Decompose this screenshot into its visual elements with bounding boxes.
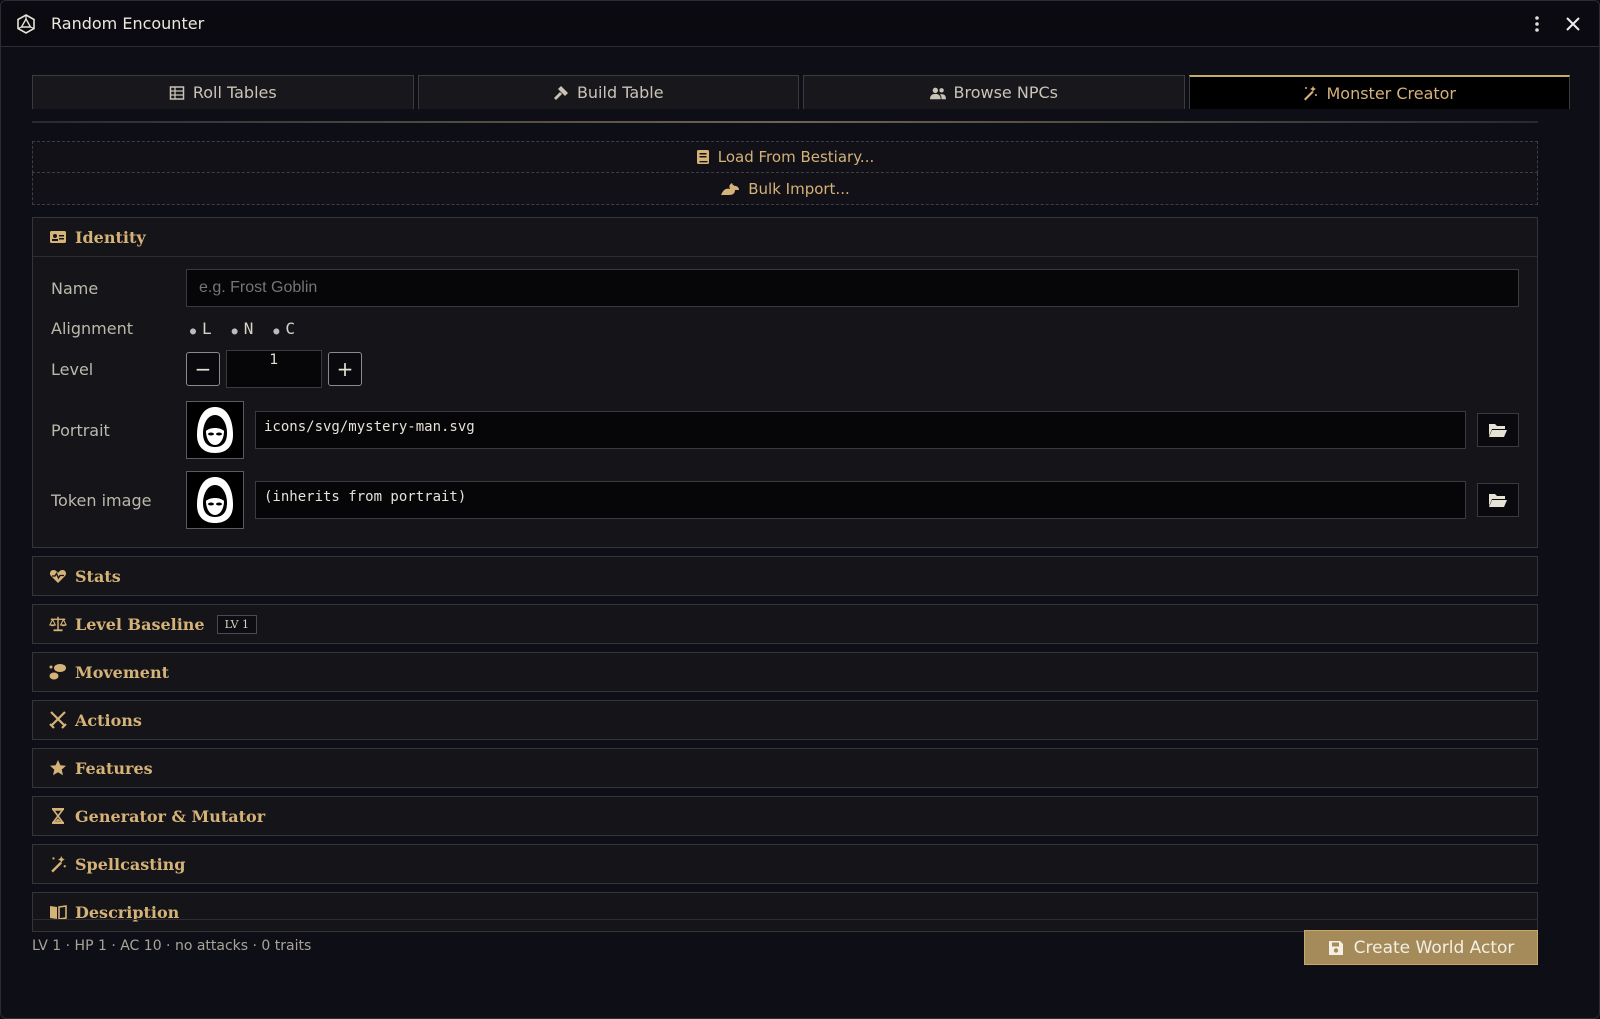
alignment-option-label: N xyxy=(243,318,254,338)
generator-mutator-section-header[interactable]: Generator & Mutator xyxy=(33,797,1537,835)
star-icon xyxy=(50,760,66,776)
alignment-option-c[interactable]: ● C xyxy=(273,319,295,338)
create-world-actor-button[interactable]: Create World Actor xyxy=(1304,930,1538,965)
load-from-bestiary-button[interactable]: Load From Bestiary... xyxy=(32,141,1538,173)
token-image-browse-button[interactable] xyxy=(1477,483,1519,517)
scale-icon xyxy=(49,616,67,632)
level-badge: LV 1 xyxy=(216,614,258,634)
stats-section-header[interactable]: Stats xyxy=(33,557,1537,595)
footer-divider xyxy=(32,919,1538,920)
spellcasting-section-title: Spellcasting xyxy=(75,854,186,874)
portrait-row: Portrait icons/svg/mystery-man.svg xyxy=(51,395,1519,465)
crossed-swords-icon xyxy=(49,711,67,729)
level-baseline-section-header[interactable]: Level Baseline LV 1 xyxy=(33,605,1537,643)
hammer-icon xyxy=(553,85,568,100)
description-section-header[interactable]: Description xyxy=(33,893,1537,931)
spellcasting-section-header[interactable]: Spellcasting xyxy=(33,845,1537,883)
level-label: Level xyxy=(51,359,94,379)
identity-section: Identity Name Alignment ●L ●N ●C xyxy=(32,217,1538,548)
name-row: Name xyxy=(51,269,1519,307)
more-options-icon[interactable] xyxy=(1525,12,1549,36)
d20-icon xyxy=(15,13,37,35)
magic-wand-icon xyxy=(1304,86,1318,101)
mystery-man-icon xyxy=(197,477,233,523)
create-world-actor-label: Create World Actor xyxy=(1353,937,1515,958)
generator-mutator-section[interactable]: Generator & Mutator xyxy=(32,796,1538,836)
actions-section-header[interactable]: Actions xyxy=(33,701,1537,739)
tab-label: Monster Creator xyxy=(1326,83,1457,103)
alignment-option-label: C xyxy=(285,318,296,338)
portrait-path-input[interactable]: icons/svg/mystery-man.svg xyxy=(255,411,1466,449)
tab-build-table[interactable]: Build Table xyxy=(417,75,799,109)
level-decrement-button[interactable]: − xyxy=(186,352,220,386)
movement-section-header[interactable]: Movement xyxy=(33,653,1537,691)
token-image-path-input[interactable]: (inherits from portrait) xyxy=(255,481,1466,519)
generator-mutator-section-title: Generator & Mutator xyxy=(75,806,266,826)
identity-section-title: Identity xyxy=(75,227,146,247)
magic-wand-icon xyxy=(51,856,66,873)
tab-roll-tables[interactable]: Roll Tables xyxy=(32,75,414,109)
alignment-options: ● L ● N ● C xyxy=(186,319,295,338)
movement-section[interactable]: Movement xyxy=(32,652,1538,692)
token-image-label: Token image xyxy=(51,490,152,510)
portrait-label: Portrait xyxy=(51,420,110,440)
level-increment-button[interactable]: + xyxy=(328,352,362,386)
identity-body: Name Alignment ●L ●N ●C Level − xyxy=(33,256,1537,547)
tab-monster-creator[interactable]: Monster Creator xyxy=(1188,75,1570,109)
users-icon xyxy=(929,87,946,99)
features-section-title: Features xyxy=(75,758,153,778)
book-icon xyxy=(696,150,709,164)
token-thumbnail[interactable] xyxy=(186,471,244,529)
alignment-label: Alignment xyxy=(51,318,133,338)
title-bar: Random Encounter xyxy=(1,1,1599,47)
level-stepper-value[interactable]: 1 xyxy=(226,350,322,388)
table-icon xyxy=(169,85,185,100)
folder-open-icon xyxy=(1489,424,1507,437)
features-section-header[interactable]: Features xyxy=(33,749,1537,787)
stats-section-title: Stats xyxy=(75,566,121,586)
bulk-import-label: Bulk Import... xyxy=(748,179,850,198)
alignment-option-n[interactable]: ● N xyxy=(232,319,254,338)
close-icon[interactable] xyxy=(1561,12,1585,36)
spellcasting-section[interactable]: Spellcasting xyxy=(32,844,1538,884)
window-title: Random Encounter xyxy=(51,14,205,33)
actions-section-title: Actions xyxy=(75,710,142,730)
stats-section[interactable]: Stats xyxy=(32,556,1538,596)
tab-label: Browse NPCs xyxy=(953,83,1058,102)
actions-section[interactable]: Actions xyxy=(32,700,1538,740)
level-row: Level − 1 + xyxy=(51,349,1519,389)
name-input[interactable] xyxy=(186,269,1519,307)
alignment-option-l[interactable]: ● L xyxy=(190,319,212,338)
bulk-import-button[interactable]: Bulk Import... xyxy=(32,173,1538,205)
tab-label: Build Table xyxy=(576,83,664,102)
alignment-option-label: L xyxy=(202,318,212,338)
mystery-man-icon xyxy=(197,407,233,453)
features-section[interactable]: Features xyxy=(32,748,1538,788)
dragon-icon xyxy=(721,182,740,195)
load-from-bestiary-label: Load From Bestiary... xyxy=(717,148,875,166)
tab-browse-npcs[interactable]: Browse NPCs xyxy=(803,75,1185,109)
id-card-icon xyxy=(50,231,66,243)
folder-open-icon xyxy=(1489,494,1507,507)
footprints-icon xyxy=(49,664,66,680)
tab-bar: Roll Tables Build Table Browse NPCs Mons… xyxy=(32,75,1570,109)
name-label: Name xyxy=(51,278,99,298)
portrait-thumbnail[interactable] xyxy=(186,401,244,459)
alignment-row: Alignment ● L ● N ● C xyxy=(51,307,1519,349)
identity-section-header[interactable]: Identity xyxy=(33,218,1537,256)
monster-summary: LV 1 · HP 1 · AC 10 · no attacks · 0 tra… xyxy=(32,938,312,954)
heart-pulse-icon xyxy=(49,570,67,583)
movement-section-title: Movement xyxy=(75,662,169,682)
hourglass-icon xyxy=(51,808,65,824)
level-baseline-section[interactable]: Level Baseline LV 1 xyxy=(32,604,1538,644)
tab-divider xyxy=(32,121,1538,123)
save-icon xyxy=(1328,940,1343,955)
level-baseline-section-title: Level Baseline xyxy=(75,614,205,634)
token-image-row: Token image (inherits from portrait) xyxy=(51,465,1519,535)
app-window: Random Encounter Roll Tables Build Table… xyxy=(0,0,1600,1019)
description-section[interactable]: Description xyxy=(32,892,1538,932)
portrait-browse-button[interactable] xyxy=(1477,413,1519,447)
main-content: Roll Tables Build Table Browse NPCs Mons… xyxy=(32,47,1570,932)
tab-label: Roll Tables xyxy=(192,83,277,102)
